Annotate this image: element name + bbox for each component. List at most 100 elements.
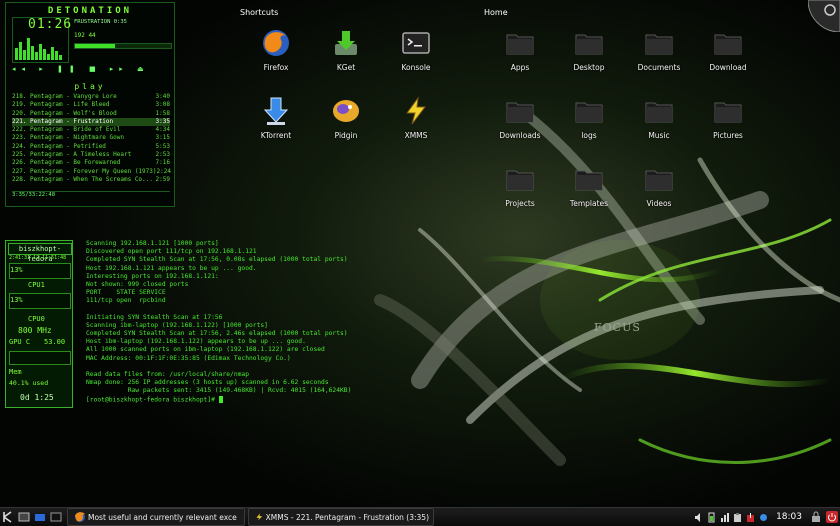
taskbar-task-xmms[interactable]: XMMS - 221. Pentagram - Frustration (3:3…	[248, 508, 434, 526]
cpu1-percent: 13%	[10, 266, 23, 274]
playlist-item[interactable]: 225. Pentagram - A Timeless Heart 2:53	[12, 151, 170, 159]
kde-menu-icon	[3, 511, 12, 523]
gpu-label: GPU C	[9, 338, 31, 346]
cpu-frequency: 800 MHz	[18, 326, 52, 335]
shortcut-firefox[interactable]: Firefox	[243, 28, 309, 72]
shortcut-konsole[interactable]: Konsole	[383, 28, 449, 72]
shortcut-pidgin[interactable]: Pidgin	[313, 96, 379, 140]
wallpaper-focus-text: FOCUS	[594, 321, 641, 334]
taskbar: Most useful and currently relevant exce …	[0, 507, 840, 526]
playlist-item[interactable]: 228. Pentagram - When The Screams Co... 2…	[12, 176, 170, 184]
folder-downloads[interactable]: Downloads	[487, 96, 553, 140]
terminal-line: Host ibm-laptop (192.168.1.122) appears …	[86, 338, 306, 346]
desktop-toolbox-icon[interactable]	[808, 0, 840, 32]
playlist-item[interactable]: 222. Pentagram - Bride of Evil 4:34	[12, 126, 170, 134]
terminal-line: All 1000 scanned ports on ibm-laptop (19…	[86, 346, 325, 354]
terminal-cursor	[218, 395, 223, 403]
gpu-temperature: 53.00	[44, 338, 66, 346]
terminal-line: Interesting ports on 192.168.1.121:	[86, 272, 219, 280]
playlist-item[interactable]: 224. Pentagram - Petrified 5:53	[12, 143, 170, 151]
playlist-item[interactable]: 219. Pentagram - Life Bleed 3:08	[12, 101, 170, 109]
lock-screen-button[interactable]	[808, 509, 824, 525]
shortcut-ktorrent[interactable]: KTorrent	[243, 96, 309, 140]
playlist-item[interactable]: 226. Pentagram - Be Forewarned 7:16	[12, 159, 170, 167]
terminal-prompt[interactable]: [root@biszkhopt-fedora biszkhopt]#	[86, 395, 386, 404]
volume-icon[interactable]	[694, 512, 703, 523]
notification-icon[interactable]	[759, 512, 768, 523]
network-icon[interactable]	[720, 512, 730, 523]
playlist-item[interactable]: 223. Pentagram - Nightmare Gown 3:15	[12, 134, 170, 142]
terminal-line: Nmap done: 256 IP addresses (3 hosts up)…	[86, 379, 329, 387]
show-desktop-button[interactable]	[16, 509, 32, 525]
terminal-line: Scanning ibm-laptop (192.168.1.122) [100…	[86, 321, 268, 329]
folder-icon	[645, 34, 673, 55]
xmms-playlist[interactable]: 218. Pentagram - Vanygre Lore 3:40 219. Pe…	[12, 93, 171, 184]
xmms-time: 01:26	[28, 17, 73, 32]
kget-icon	[335, 31, 357, 55]
terminal-line: Scanning 192.168.1.121 [1000 ports]	[86, 240, 219, 247]
lock-icon	[812, 511, 820, 522]
playlist-item[interactable]: 227. Pentagram - Forever My Queen (1973)…	[12, 168, 171, 176]
sysmon-hostname: biszkhopt-fedora	[8, 243, 72, 263]
folder-download[interactable]: Download	[695, 28, 761, 72]
xmms-controls[interactable]: ◂◂ ▸ ❚❚ ■ ▸▸ ⏏	[12, 65, 172, 75]
cpu1-label: CPU1	[28, 281, 45, 289]
terminal-line: Discovered open port 111/tcp on 192.168.…	[86, 248, 257, 256]
xmms-icon	[406, 96, 427, 125]
folder-apps[interactable]: Apps	[487, 28, 553, 72]
mem-used: 40.1% used	[9, 379, 49, 387]
xmms-bitrate: 192 44	[74, 32, 96, 39]
playlist-item[interactable]: 221. Pentagram - Frustration 3:35	[12, 117, 170, 127]
folder-videos[interactable]: Videos	[626, 164, 692, 208]
xmms-player[interactable]: DETONATION 01:26 FRUSTRATION 0:35 192 44…	[5, 2, 175, 207]
power-icon	[826, 511, 838, 523]
folder-desktop[interactable]: Desktop	[556, 28, 622, 72]
terminal-line: Completed SYN Stealth Scan at 17:56, 2.4…	[86, 330, 348, 338]
folder-icon	[506, 34, 534, 55]
terminal-launcher[interactable]	[48, 509, 64, 525]
battery-icon[interactable]	[707, 512, 716, 523]
cpu0-percent: 13%	[10, 296, 23, 304]
folder-icon	[645, 170, 673, 191]
shortcuts-title: Shortcuts	[240, 8, 279, 17]
folder-icon	[714, 102, 742, 123]
konsole-icon	[402, 32, 430, 54]
folder-icon	[575, 170, 603, 191]
terminal-line: MAC Address: 00:1F:1F:0E:35:85 (Edimax T…	[86, 354, 291, 362]
clock[interactable]: 18:03	[770, 509, 808, 525]
playlist-item[interactable]: 220. Pentagram - Wolf's Blood 1:58	[12, 110, 170, 118]
xmms-icon	[256, 513, 263, 521]
terminal-line: Not shown: 999 closed ports	[86, 280, 189, 288]
kde-menu-button[interactable]	[0, 509, 16, 525]
terminal-icon	[50, 512, 62, 522]
folder-projects[interactable]: Projects	[487, 164, 553, 208]
folder-logs[interactable]: logs	[556, 96, 622, 140]
taskbar-task-firefox[interactable]: Most useful and currently relevant exce	[67, 508, 245, 526]
folder-icon	[575, 102, 603, 123]
sysmon-graph-label: 2:41:31 12 11:51:48	[9, 255, 67, 261]
folder-pictures[interactable]: Pictures	[695, 96, 761, 140]
cpu0-label: CPU0	[28, 315, 45, 323]
terminal-line: Raw packets sent: 3415 (149.468KB) | Rcv…	[86, 387, 352, 395]
folder-templates[interactable]: Templates	[556, 164, 622, 208]
clipboard-icon[interactable]	[733, 512, 742, 523]
folder-documents[interactable]: Documents	[626, 28, 692, 72]
xmms-seek-fill	[75, 44, 116, 48]
ktorrent-icon	[263, 97, 289, 125]
terminal-line: PORT STATE SERVICE	[86, 289, 166, 297]
shortcut-xmms[interactable]: XMMS	[383, 96, 449, 140]
playlist-item[interactable]: 218. Pentagram - Vanygre Lore 3:40	[12, 93, 170, 101]
shortcut-kget[interactable]: KGet	[313, 28, 379, 72]
firefox-icon	[263, 30, 289, 56]
package-update-icon[interactable]	[746, 512, 755, 523]
terminal-output[interactable]: Scanning 192.168.1.121 [1000 ports] Disco…	[86, 240, 386, 404]
logout-button[interactable]	[824, 509, 840, 525]
pager-button[interactable]	[32, 509, 48, 525]
terminal-line: Initiating SYN Stealth Scan at 17:56	[86, 313, 223, 321]
terminal-line: Read data files from: /usr/local/share/n…	[86, 371, 250, 378]
folder-music[interactable]: Music	[626, 96, 692, 140]
system-monitor: biszkhopt-fedora 2:41:31 12 11:51:48 13%…	[5, 240, 73, 408]
xmms-seek-bar[interactable]	[74, 43, 172, 49]
pidgin-icon	[333, 100, 359, 122]
